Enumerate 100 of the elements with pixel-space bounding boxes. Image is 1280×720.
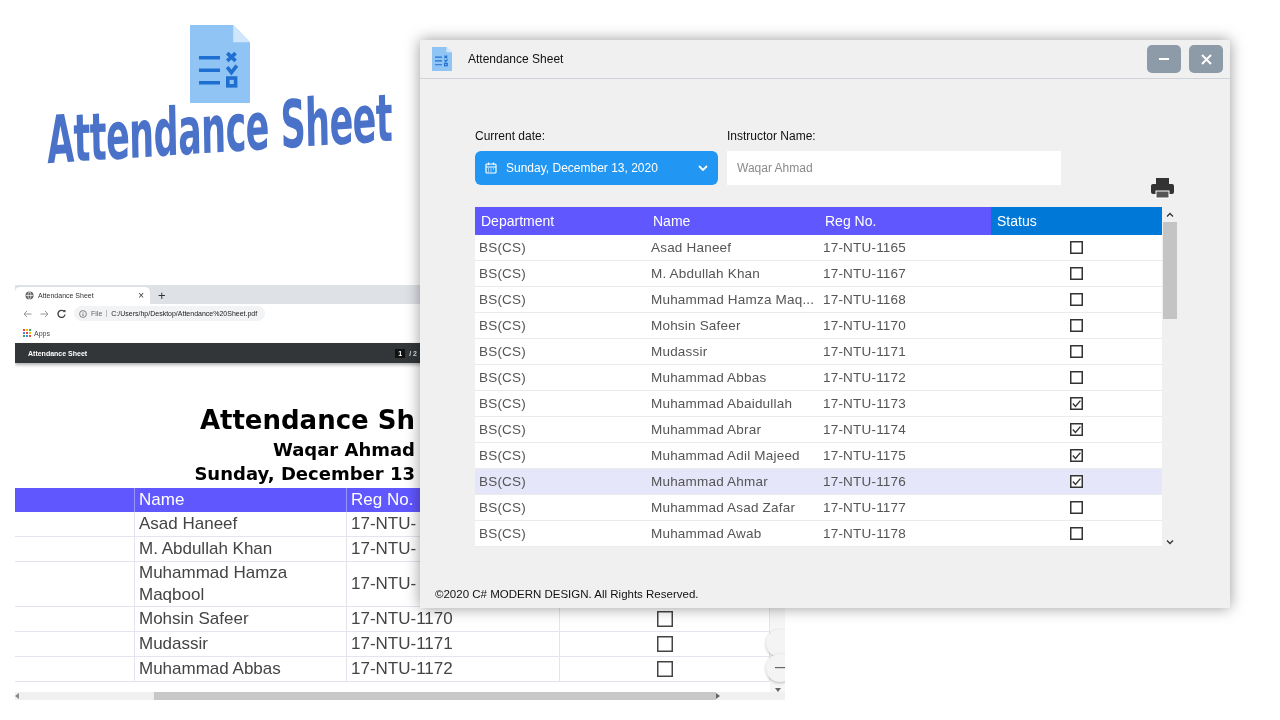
chevron-down-icon: [698, 165, 708, 171]
checkbox[interactable]: [656, 611, 673, 627]
forward-arrow-icon[interactable]: [40, 309, 49, 318]
checkbox[interactable]: [1070, 241, 1083, 254]
checkbox[interactable]: [1070, 423, 1083, 436]
table-cell: 17-NTU-1172: [347, 657, 560, 682]
scrollbar-thumb[interactable]: [1163, 222, 1177, 319]
table-cell-text: 17-NTU-1175: [822, 447, 907, 465]
table-cell: 17-NTU-1171: [347, 632, 560, 657]
table-cell-text: BS(CS): [478, 369, 527, 387]
checkbox[interactable]: [1070, 345, 1083, 358]
column-header: Department: [475, 207, 647, 235]
table-row[interactable]: BS(CS) Muhammad Abbas 17-NTU-1172: [475, 365, 1162, 391]
close-icon: [1200, 53, 1212, 65]
table-cell-text: Muhammad Ahmar: [650, 473, 769, 491]
checkbox[interactable]: [1070, 449, 1083, 462]
table-row[interactable]: BS(CS) Muhammad Adil Majeed 17-NTU-1175: [475, 443, 1162, 469]
table-cell-text: 17-NTU-1172: [822, 369, 907, 387]
globe-icon: [25, 291, 34, 300]
field-label: Instructor Name:: [727, 129, 817, 143]
table-cell-text: Muhammad Adil Majeed: [650, 447, 801, 465]
document-heading: Attendance Sh: [199, 404, 415, 437]
table-cell: Muhammad Abbas: [135, 657, 347, 682]
table-row[interactable]: BS(CS) Muhammad Awab 17-NTU-1178: [475, 521, 1162, 547]
minimize-icon: [1159, 58, 1169, 60]
minus-icon: [775, 667, 785, 669]
table-cell-text: Muhammad Abaidullah: [650, 395, 794, 413]
table-row[interactable]: BS(CS) Muhammad Abrar 17-NTU-1174: [475, 417, 1162, 443]
table-cell-text: Asad Haneef: [650, 239, 733, 257]
table-cell-text: Mudassir: [650, 343, 709, 361]
table-cell-text: Muhammad Abbas: [650, 369, 768, 387]
checkbox[interactable]: [1070, 371, 1083, 384]
back-arrow-icon[interactable]: [23, 309, 32, 318]
close-button[interactable]: [1189, 45, 1223, 73]
new-tab-button[interactable]: +: [158, 287, 166, 304]
printer-icon[interactable]: [1150, 177, 1175, 199]
table-cell-text: Muhammad Asad Zafar: [650, 499, 797, 517]
table-row[interactable]: BS(CS) M. Abdullah Khan 17-NTU-1167: [475, 261, 1162, 287]
table-cell-text: BS(CS): [478, 291, 527, 309]
checkbox[interactable]: [1070, 397, 1083, 410]
table-cell-text: Muhammad Abrar: [650, 421, 763, 439]
checkbox[interactable]: [1070, 319, 1083, 332]
table-cell: Muhammad Hamza Maqbool: [135, 562, 347, 607]
table-row[interactable]: BS(CS) Asad Haneef 17-NTU-1165: [475, 235, 1162, 261]
column-header: Reg No.: [819, 207, 991, 235]
table-cell-text: Mohsin Safeer: [650, 317, 742, 335]
table-cell: M. Abdullah Khan: [135, 537, 347, 562]
table-cell-text: 17-NTU-1168: [822, 291, 907, 309]
info-icon: [79, 309, 87, 318]
checkbox[interactable]: [1070, 501, 1083, 514]
checkbox[interactable]: [1070, 267, 1083, 280]
minimize-button[interactable]: [1147, 45, 1181, 73]
checkbox[interactable]: [1070, 527, 1083, 540]
table-cell-text: 17-NTU-1176: [822, 473, 907, 491]
table-cell-text: BS(CS): [478, 447, 527, 465]
table-row[interactable]: BS(CS) Muhammad Asad Zafar 17-NTU-1177: [475, 495, 1162, 521]
window-title: Attendance Sheet: [468, 52, 564, 66]
calendar-icon: [485, 162, 497, 174]
table-row[interactable]: BS(CS) Muhammad Abaidullah 17-NTU-1173: [475, 391, 1162, 417]
table-cell-text: BS(CS): [478, 395, 527, 413]
apps-grid-icon[interactable]: [23, 329, 31, 337]
table-cell-text: BS(CS): [478, 473, 527, 491]
logo-title: Attendance Sheet: [46, 79, 394, 180]
checkbox[interactable]: [1070, 293, 1083, 306]
table-cell-text: BS(CS): [478, 317, 527, 335]
scroll-down-arrow-icon[interactable]: [774, 688, 781, 692]
scrollbar-thumb[interactable]: [154, 692, 716, 700]
column-header: Name: [647, 207, 819, 235]
table-cell-text: BS(CS): [478, 239, 527, 257]
checkbox[interactable]: [1070, 475, 1083, 488]
table-cell-text: 17-NTU-1167: [822, 265, 907, 283]
table-cell-text: 17-NTU-1174: [822, 421, 907, 439]
table-row[interactable]: BS(CS) Mudassir 17-NTU-1171: [475, 339, 1162, 365]
table-cell-text: 17-NTU-1173: [822, 395, 907, 413]
column-header: Name: [135, 488, 347, 512]
table-row[interactable]: BS(CS) Muhammad Hamza Maq... 17-NTU-1168: [475, 287, 1162, 313]
column-header: Status: [991, 207, 1162, 235]
input-field[interactable]: Waqar Ahmad: [727, 151, 1061, 185]
field-label: Current date:: [475, 129, 547, 143]
table-cell-text: Muhammad Awab: [650, 525, 763, 543]
checkbox[interactable]: [656, 661, 673, 677]
table-cell: Mudassir: [135, 632, 347, 657]
table-cell-text: 17-NTU-1178: [822, 525, 907, 543]
table-cell-text: BS(CS): [478, 343, 527, 361]
table-cell-text: Muhammad Hamza Maq...: [650, 291, 816, 309]
table-row[interactable]: BS(CS) Muhammad Ahmar 17-NTU-1176: [475, 469, 1162, 495]
date-value: Sunday, December 13, 2020: [506, 161, 659, 175]
table-cell-text: 17-NTU-1171: [822, 343, 907, 361]
table-cell: Mohsin Safeer: [135, 607, 347, 632]
table-row[interactable]: BS(CS) Mohsin Safeer 17-NTU-1170: [475, 313, 1162, 339]
table-cell-text: BS(CS): [478, 421, 527, 439]
checkbox[interactable]: [656, 636, 673, 652]
scroll-right-arrow-icon[interactable]: [716, 693, 720, 699]
checklist-icon: [432, 47, 452, 71]
table-cell-text: 17-NTU-1170: [822, 317, 907, 335]
scroll-left-arrow-icon[interactable]: [15, 693, 19, 699]
reload-icon[interactable]: [57, 309, 66, 318]
table-cell-text: BS(CS): [478, 265, 527, 283]
tab-close-button[interactable]: ×: [138, 290, 144, 301]
checklist-icon: [190, 25, 250, 103]
